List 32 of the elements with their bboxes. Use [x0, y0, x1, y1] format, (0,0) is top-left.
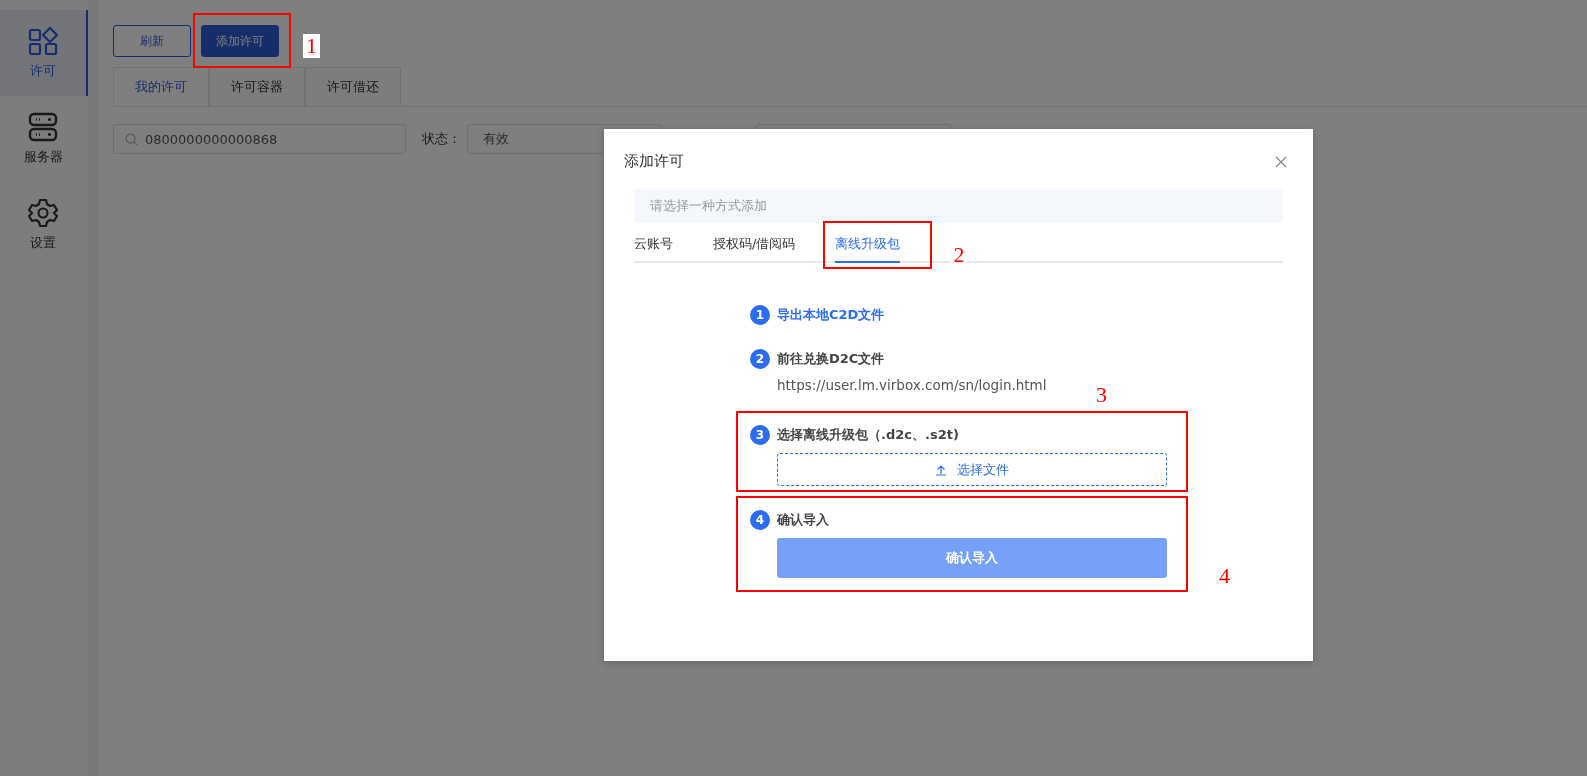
dialog-tab[interactable]: 云账号: [634, 229, 673, 263]
step-title: 确认导入: [777, 511, 829, 529]
tab[interactable]: 许可借还: [305, 67, 401, 106]
step-number: 3: [750, 425, 770, 445]
step-title: 选择离线升级包（.d2c、.s2t): [777, 426, 959, 444]
step-number: 4: [750, 510, 770, 530]
grid-icon: [28, 26, 58, 56]
server-icon: [28, 112, 58, 142]
tab[interactable]: 我的许可: [113, 67, 209, 106]
dialog-tab[interactable]: 离线升级包: [835, 229, 901, 263]
upload-label: 选择文件: [957, 460, 1009, 479]
step-number: 2: [750, 349, 770, 369]
tab[interactable]: 许可容器: [209, 67, 305, 106]
upload-icon: [935, 463, 947, 476]
step-title: 前往兑换D2C文件: [777, 350, 885, 368]
annotation-number: 1: [303, 34, 320, 58]
status-label: 状态：: [422, 130, 461, 148]
search-field[interactable]: 0800000000000868: [113, 124, 406, 154]
search-icon: [125, 132, 138, 146]
toolbar-button[interactable]: 添加许可: [201, 25, 279, 57]
url-text: https://user.lm.virbox.com/sn/login.html: [777, 377, 1048, 393]
close-icon[interactable]: [1275, 155, 1287, 168]
dialog-tab[interactable]: 授权码/借阅码: [713, 229, 796, 263]
settings-icon: [28, 198, 58, 228]
step-number: 1: [750, 305, 770, 325]
toolbar-button[interactable]: 刷新: [113, 25, 191, 57]
upload-button[interactable]: 选择文件: [777, 453, 1167, 486]
dialog-title: 添加许可: [624, 152, 684, 171]
sidebar-item[interactable]: 设置: [0, 182, 88, 268]
export-link[interactable]: 导出本地C2D文件: [777, 306, 885, 324]
sidebar-item[interactable]: 服务器: [0, 96, 88, 182]
sidebar-item[interactable]: 许可: [0, 10, 88, 96]
